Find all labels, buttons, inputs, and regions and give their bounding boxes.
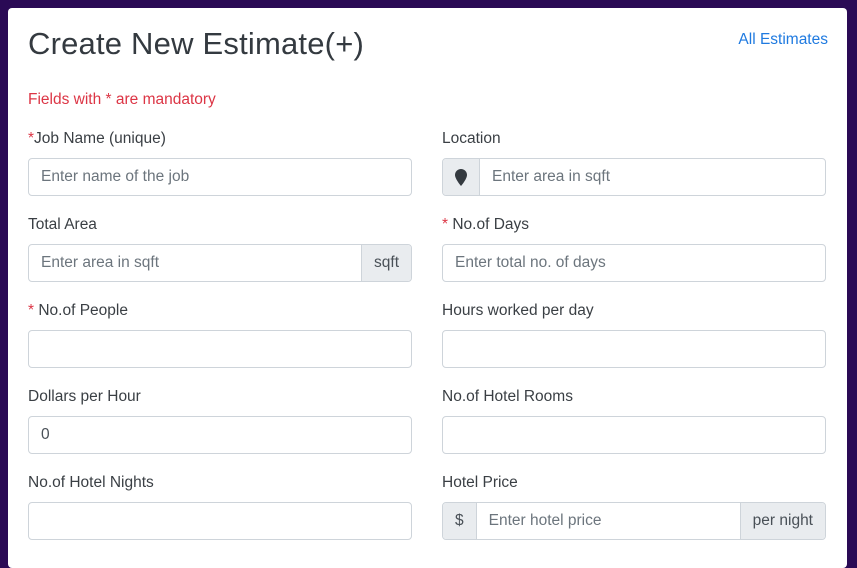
per-night-addon: per night <box>739 503 825 539</box>
hotel-price-input[interactable] <box>476 503 740 539</box>
estimate-form-card: Create New Estimate(+) All Estimates Fie… <box>8 8 847 568</box>
total-area-input[interactable] <box>29 245 362 281</box>
required-mark: * <box>442 216 453 233</box>
people-label: * No.of People <box>28 302 128 319</box>
hotel-nights-label: No.of Hotel Nights <box>28 474 154 491</box>
map-marker-icon <box>443 159 480 195</box>
days-input[interactable] <box>443 245 825 281</box>
hotel-rooms-label: No.of Hotel Rooms <box>442 388 573 405</box>
dollar-addon: $ <box>443 503 477 539</box>
hotel-rooms-input[interactable] <box>443 417 825 453</box>
hotel-price-group: Hotel Price $ per night <box>442 472 826 540</box>
hotel-price-label: Hotel Price <box>442 474 518 491</box>
dollars-per-hour-input[interactable] <box>29 417 411 453</box>
hours-per-day-group: Hours worked per day <box>442 300 826 368</box>
hotel-nights-group: No.of Hotel Nights <box>28 472 412 540</box>
days-control <box>442 244 826 282</box>
days-label: * No.of Days <box>442 216 530 233</box>
job-name-control <box>28 158 412 196</box>
hotel-rooms-control <box>442 416 826 454</box>
page-title: Create New Estimate(+) <box>28 26 365 61</box>
dollars-per-hour-control <box>28 416 412 454</box>
dollars-per-hour-group: Dollars per Hour <box>28 386 412 454</box>
hotel-price-control: $ per night <box>442 502 826 540</box>
days-group: * No.of Days <box>442 214 826 282</box>
hours-per-day-label: Hours worked per day <box>442 302 594 319</box>
required-mark: * <box>28 302 39 319</box>
hours-per-day-input[interactable] <box>443 331 825 367</box>
location-label: Location <box>442 130 501 147</box>
hotel-rooms-group: No.of Hotel Rooms <box>442 386 826 454</box>
sqft-addon: sqft <box>361 245 411 281</box>
people-group: * No.of People <box>28 300 412 368</box>
hotel-nights-input[interactable] <box>29 503 411 539</box>
hours-per-day-control <box>442 330 826 368</box>
all-estimates-link[interactable]: All Estimates <box>738 31 828 49</box>
hotel-nights-control <box>28 502 412 540</box>
people-control <box>28 330 412 368</box>
location-group: Location <box>442 128 826 196</box>
total-area-control: sqft <box>28 244 412 282</box>
job-name-group: *Job Name (unique) <box>28 128 412 196</box>
location-control <box>442 158 826 196</box>
total-area-label: Total Area <box>28 216 97 233</box>
job-name-input[interactable] <box>29 159 411 195</box>
dollars-per-hour-label: Dollars per Hour <box>28 388 141 405</box>
location-input[interactable] <box>480 159 825 195</box>
mandatory-note: Fields with * are mandatory <box>28 91 216 108</box>
people-input[interactable] <box>29 331 411 367</box>
job-name-label: *Job Name (unique) <box>28 130 166 147</box>
total-area-group: Total Area sqft <box>28 214 412 282</box>
